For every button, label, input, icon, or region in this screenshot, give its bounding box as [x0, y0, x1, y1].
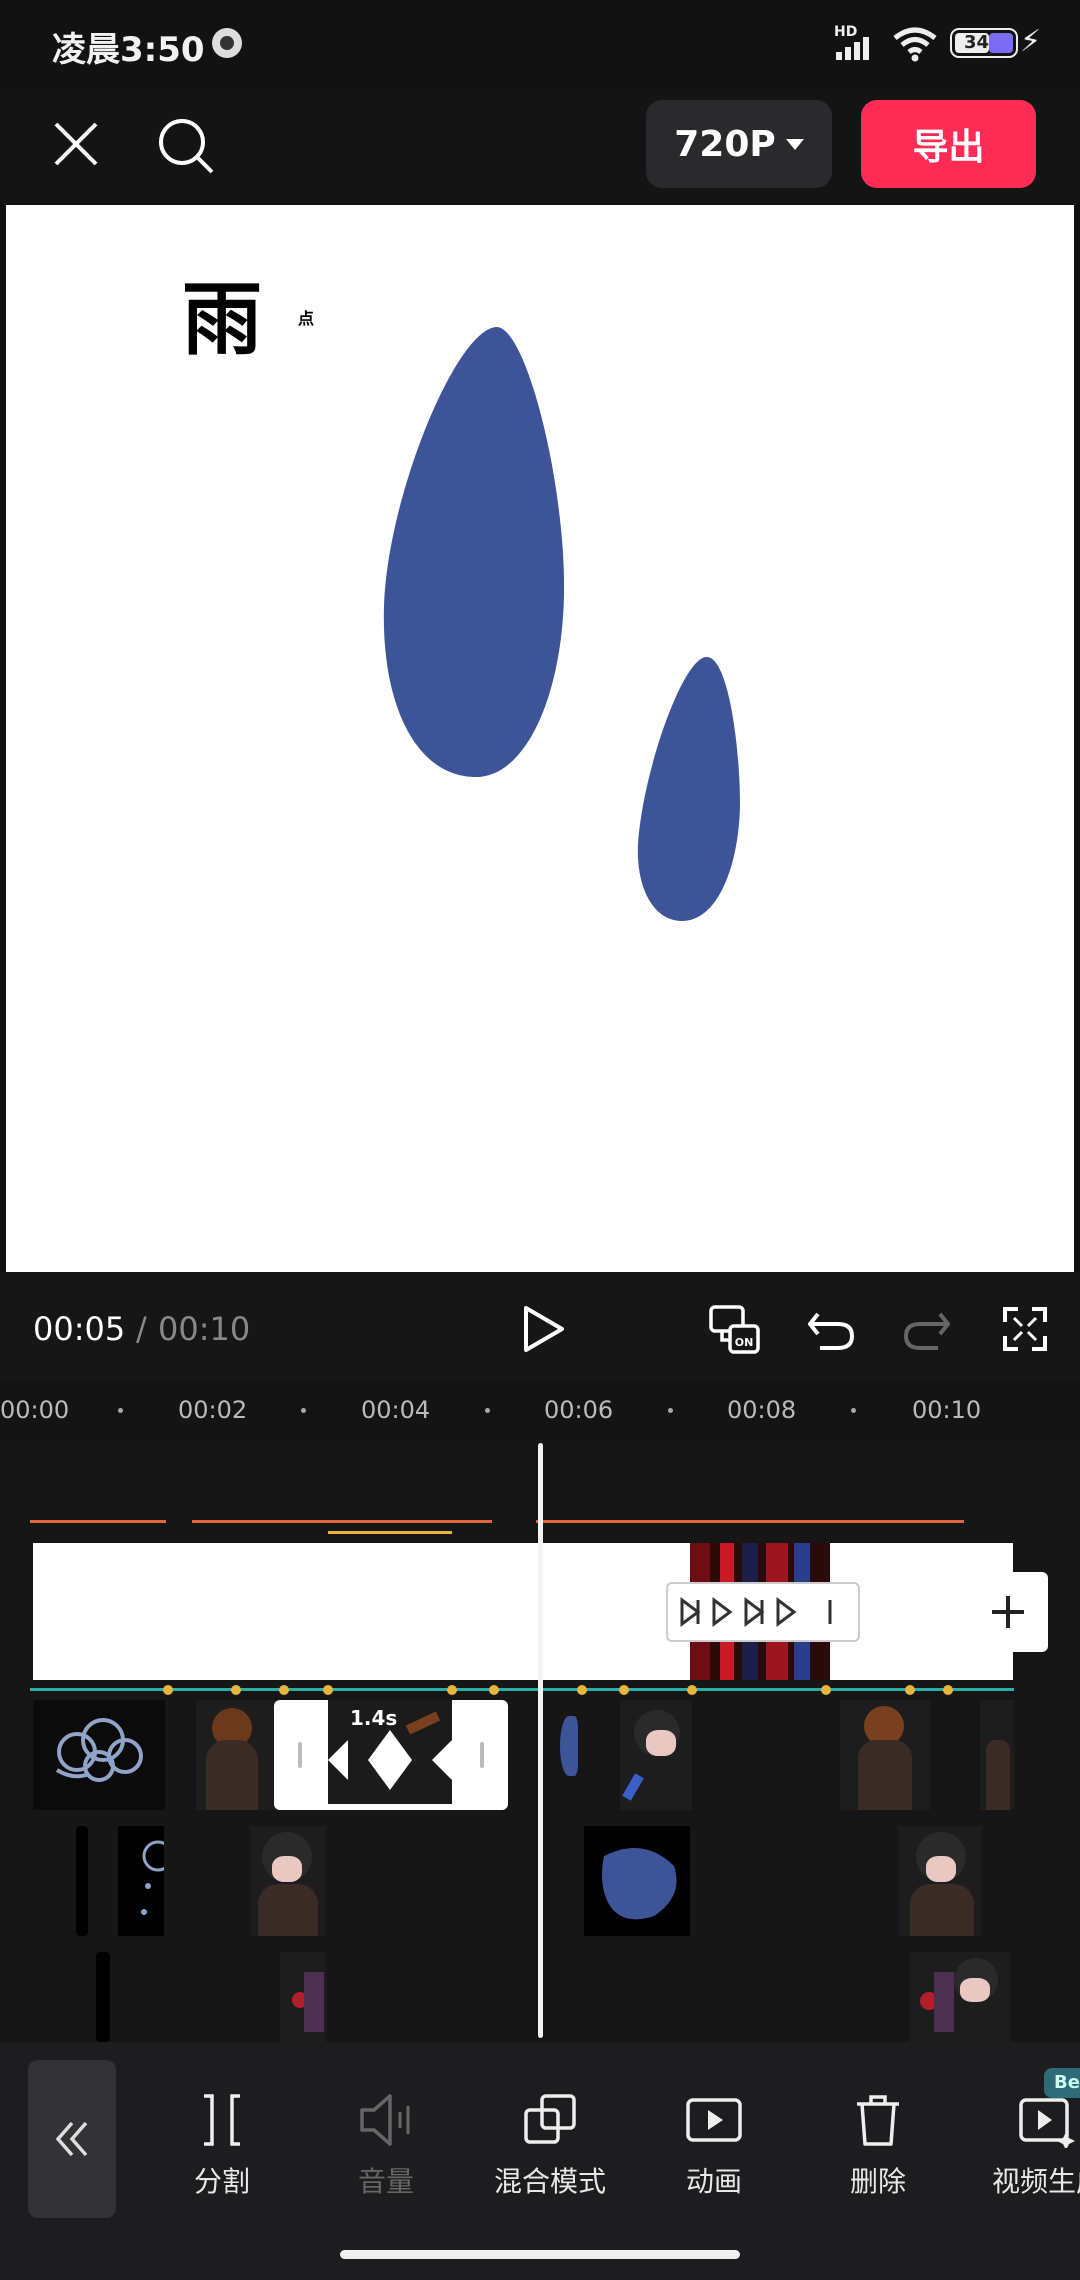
short-clip[interactable] [96, 1952, 110, 2042]
svg-text:ON: ON [735, 1336, 754, 1349]
home-indicator[interactable] [340, 2250, 740, 2259]
tool-label: 分割 [193, 2165, 250, 2198]
effect-track-segment[interactable] [328, 1531, 452, 1534]
keyframe-on-icon[interactable]: ON [708, 1304, 762, 1356]
large-raindrop [383, 326, 565, 777]
notification-icon [212, 28, 242, 58]
redo-icon[interactable] [902, 1306, 952, 1352]
add-clip-button[interactable] [968, 1572, 1048, 1652]
tool-video-generate[interactable]: 视频生成 [972, 2092, 1080, 2200]
ruler-dot [301, 1408, 306, 1413]
delete-icon [857, 2095, 899, 2146]
small-raindrop [637, 656, 740, 921]
animation-icon [686, 2098, 742, 2142]
ruler-tick: 00:08 [727, 1396, 797, 1424]
tool-split[interactable]: 分割 [152, 2092, 292, 2200]
ruler-dot [118, 1408, 123, 1413]
ruler-dot [668, 1408, 673, 1413]
tool-label: 动画 [685, 2165, 742, 2198]
status-bar: 凌晨3:50 HD 34 ⚡ [0, 0, 1080, 90]
undo-icon[interactable] [806, 1306, 856, 1352]
tool-label: 视频生成 [992, 2165, 1080, 2198]
clip-duration: 1.4s [350, 1706, 398, 1730]
character-clip[interactable] [196, 1700, 276, 1810]
plus-icon [992, 1596, 1024, 1628]
cloud-clip-fragment[interactable] [118, 1826, 164, 1936]
ruler-tick: 00:06 [544, 1396, 614, 1424]
battery-icon: 34 [950, 28, 1018, 58]
ruler-tick: 00:04 [361, 1396, 431, 1424]
right-trim-handle[interactable] [480, 1742, 484, 1768]
current-time: 00:05 [33, 1310, 126, 1348]
brush-clip[interactable] [584, 1826, 690, 1936]
resolution-label: 720P [674, 123, 776, 165]
video-preview[interactable]: 雨 点 [6, 205, 1074, 1272]
effect-track-segment[interactable] [30, 1520, 166, 1523]
transition-markers[interactable] [666, 1582, 860, 1642]
tool-animation[interactable]: 动画 [644, 2092, 784, 2200]
selected-clip[interactable]: 1.4s [274, 1700, 508, 1810]
tool-delete[interactable]: 删除 [808, 2092, 948, 2200]
character-clip[interactable] [910, 1952, 1010, 2042]
cloud-icon [55, 1718, 143, 1782]
video-generate-icon [1019, 2098, 1075, 2150]
blend-mode-icon [524, 2094, 576, 2144]
export-button[interactable]: 导出 [861, 100, 1036, 188]
time-separator: / [136, 1310, 147, 1348]
character-clip[interactable] [898, 1826, 982, 1936]
total-time: 00:10 [158, 1310, 251, 1348]
fullscreen-icon[interactable] [1002, 1306, 1048, 1352]
play-icon[interactable] [520, 1304, 568, 1354]
character-clip[interactable] [620, 1700, 692, 1810]
caret-down-icon [785, 138, 804, 150]
split-icon [204, 2094, 240, 2146]
tool-volume[interactable]: 音量 [316, 2092, 456, 2200]
tool-label: 混合模式 [493, 2165, 606, 2198]
resolution-dropdown[interactable]: 720P [646, 100, 832, 188]
character-clip[interactable] [280, 1952, 326, 2042]
transition-icons [680, 1597, 832, 1627]
ruler-tick: 00:10 [912, 1396, 982, 1424]
left-trim-handle[interactable] [298, 1742, 302, 1768]
cloud-clip[interactable] [33, 1700, 165, 1810]
effect-track-segment[interactable] [192, 1520, 492, 1523]
status-time: 凌晨3:50 [52, 30, 205, 70]
collapse-back-button[interactable] [28, 2060, 116, 2218]
tool-label: 音量 [357, 2165, 414, 2198]
character-clip[interactable] [250, 1826, 326, 1936]
search-icon[interactable] [156, 116, 216, 176]
brush-stroke-graphic [602, 1848, 677, 1920]
short-clip[interactable] [76, 1826, 88, 1936]
raindrops-graphic [383, 326, 740, 921]
tool-label: 删除 [849, 2165, 906, 2198]
character-clip[interactable] [980, 1700, 1014, 1810]
main-video-clip[interactable] [33, 1543, 1013, 1680]
ruler-dot [485, 1408, 490, 1413]
wifi-icon [893, 27, 937, 62]
battery-level: 34 [964, 32, 990, 53]
raindrop-clip[interactable] [560, 1716, 578, 1776]
export-label: 导出 [912, 127, 985, 168]
new-badge: Be [1044, 2068, 1080, 2098]
ruler-tick: 00:00 [0, 1396, 70, 1424]
close-icon[interactable] [52, 120, 100, 168]
volume-icon [360, 2094, 410, 2146]
character-clip[interactable] [840, 1700, 930, 1810]
tool-blend-mode[interactable]: 混合模式 [480, 2092, 620, 2200]
ruler-dot [851, 1408, 856, 1413]
cloud-icon [141, 1840, 164, 1915]
effect-track-segment[interactable] [536, 1520, 964, 1523]
double-chevron-left-icon [55, 2121, 88, 2157]
charging-icon: ⚡ [1020, 24, 1042, 59]
signal-icon [836, 37, 869, 60]
ruler-tick: 00:02 [178, 1396, 248, 1424]
playhead[interactable] [538, 1443, 543, 2038]
